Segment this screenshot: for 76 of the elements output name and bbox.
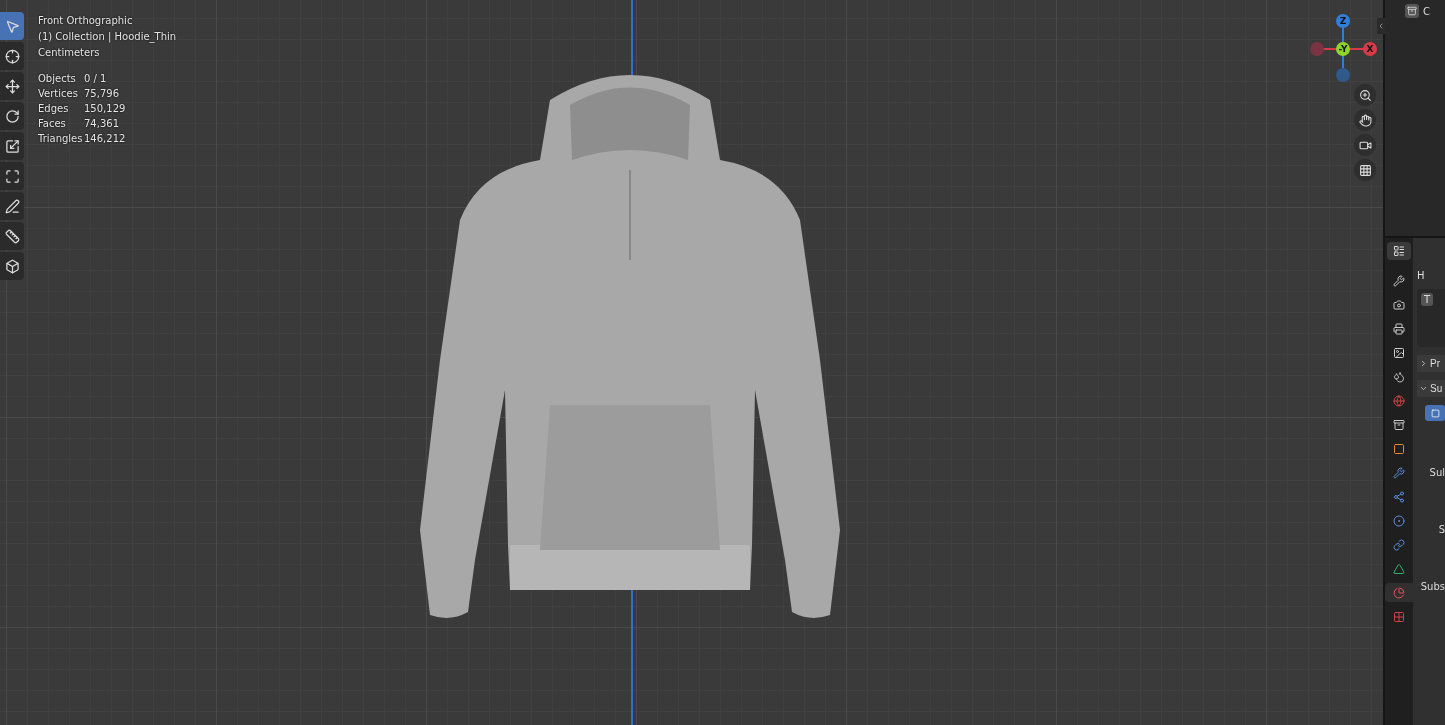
panel-header[interactable]: Su (1417, 380, 1445, 397)
zoom-icon (1358, 88, 1372, 102)
annotate-icon (4, 198, 20, 214)
units-label: Centimeters (38, 46, 101, 59)
move-icon (4, 78, 20, 94)
tool-icon (1393, 274, 1405, 287)
material-slot[interactable]: T (1421, 293, 1434, 306)
property-label: Sul (1429, 467, 1445, 478)
editor-type-icon (1393, 245, 1405, 257)
transform-icon (4, 168, 20, 184)
pan-button[interactable] (1354, 109, 1376, 131)
stat-value: 75,796 (84, 87, 120, 100)
cursor-tool-button[interactable] (0, 42, 24, 70)
collection-icon (1393, 418, 1405, 431)
scale-tool-button[interactable] (0, 132, 24, 160)
rotate-tool-button[interactable] (0, 102, 24, 130)
stat-value: 0 / 1 (84, 72, 108, 85)
3d-viewport[interactable]: Front Orthographic (1) Collection | Hoodie_Thin Centimeters Objects 0 / 1 Vertices 75,796 Edges 150,129 Faces 74,361 Triangles 146,212 Z -Y X (0, 0, 1383, 725)
select-icon (4, 18, 20, 34)
axis-handle[interactable] (1336, 68, 1350, 82)
world-icon (1393, 394, 1405, 407)
scene-icon (1393, 370, 1405, 383)
output-icon (1393, 322, 1405, 335)
surface-button[interactable] (1425, 405, 1445, 421)
stat-label: Faces (38, 117, 67, 130)
chevron-down-icon (1419, 384, 1428, 393)
object-icon (1393, 442, 1405, 455)
material-icon (1393, 586, 1405, 599)
zoom-button[interactable] (1354, 84, 1376, 106)
stat-label: Vertices (38, 87, 79, 100)
y-axis-handle[interactable]: -Y (1336, 42, 1350, 56)
stat-value: 150,129 (84, 102, 127, 115)
particles-icon (1393, 490, 1405, 503)
data-icon (1393, 562, 1405, 575)
material-tab[interactable] (1385, 583, 1413, 602)
collection-label: (1) Collection | Hoodie_Thin (38, 30, 177, 43)
stat-label: Edges (38, 102, 70, 115)
z-axis-handle[interactable]: Z (1336, 14, 1350, 28)
grid-icon (1358, 163, 1372, 177)
chevron-right-icon (1419, 359, 1428, 368)
texture-icon (1393, 610, 1405, 623)
chevron-icon (1377, 22, 1385, 30)
editor-type-button[interactable] (1387, 242, 1411, 260)
cursor-icon (4, 48, 20, 64)
view-name: Front Orthographic (38, 14, 134, 27)
measure-tool-button[interactable] (0, 222, 24, 250)
collapse-button[interactable] (1377, 18, 1385, 34)
render-icon (1393, 298, 1405, 311)
scale-icon (4, 138, 20, 154)
add-cube-icon (4, 258, 20, 274)
constraints-icon (1393, 538, 1405, 551)
object-name: H (1417, 270, 1426, 281)
camera-button[interactable] (1354, 134, 1376, 156)
add-cube-tool-button[interactable] (0, 252, 24, 280)
modifiers-icon (1393, 466, 1405, 479)
material-slot-list[interactable]: T (1417, 289, 1445, 347)
square-icon (1430, 408, 1440, 418)
property-label: S (1438, 524, 1445, 535)
x-axis-handle[interactable]: X (1363, 42, 1377, 56)
stat-label: Objects (38, 72, 77, 85)
stat-label: Triangles (38, 132, 84, 145)
view-layer-icon (1393, 346, 1405, 359)
annotate-tool-button[interactable] (0, 192, 24, 220)
ortho-button[interactable] (1354, 159, 1376, 181)
outliner-item[interactable]: C (1423, 5, 1430, 17)
physics-icon (1393, 514, 1405, 527)
hand-icon (1358, 113, 1372, 127)
move-tool-button[interactable] (0, 72, 24, 100)
stat-value: 146,212 (84, 132, 127, 145)
rotate-icon (4, 108, 20, 124)
panel-header[interactable]: Pr (1417, 355, 1445, 372)
transform-tool-button[interactable] (0, 162, 24, 190)
stat-value: 74,361 (84, 117, 120, 130)
property-label: Subs (1420, 581, 1445, 592)
axis-handle[interactable] (1310, 42, 1324, 56)
measure-icon (4, 228, 20, 244)
